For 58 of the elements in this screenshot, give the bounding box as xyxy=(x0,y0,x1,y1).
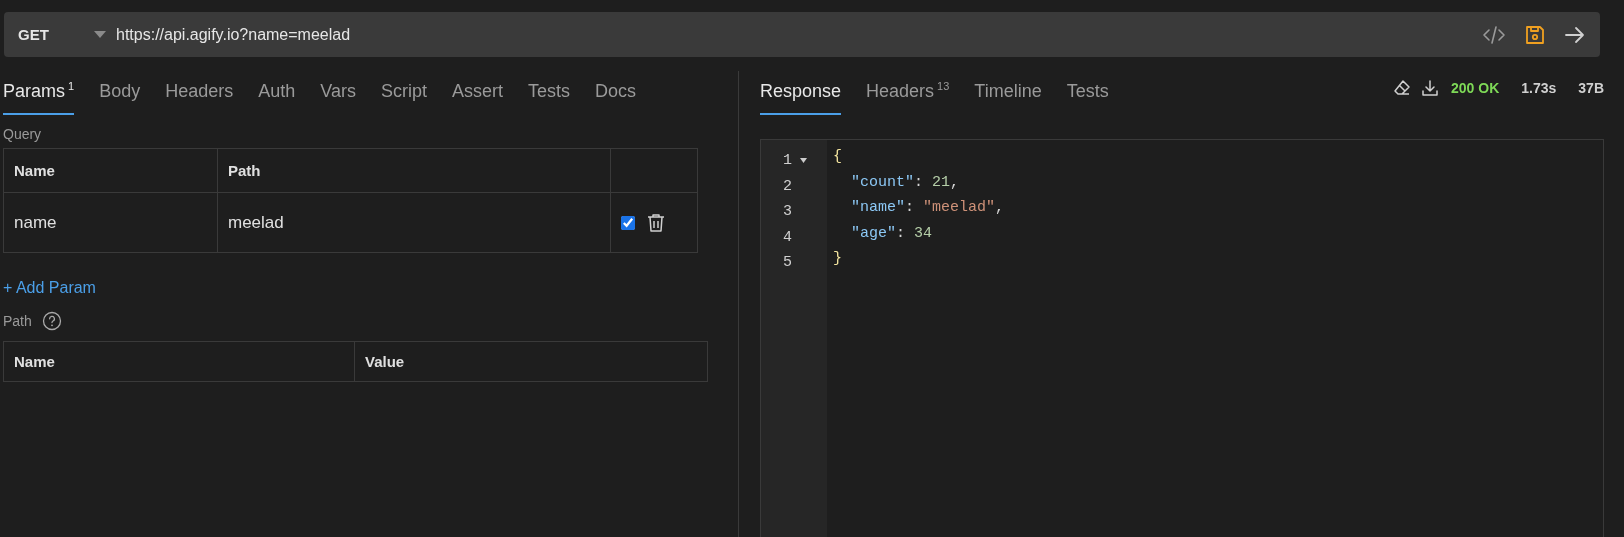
tab[interactable]: Docs xyxy=(595,80,636,115)
caret-icon xyxy=(94,31,106,38)
tab[interactable]: Tests xyxy=(1066,80,1109,115)
save-icon[interactable] xyxy=(1524,23,1546,46)
line-number: 2 xyxy=(783,177,792,195)
tab[interactable]: Script xyxy=(380,80,427,115)
tab[interactable]: Timeline xyxy=(974,80,1042,115)
tab-count: 1 xyxy=(68,80,75,92)
tab[interactable]: Headers xyxy=(165,80,234,115)
tab[interactable]: Assert xyxy=(451,80,503,115)
response-size: 37B xyxy=(1578,80,1604,96)
code-token: : xyxy=(896,224,907,242)
column-header: Value xyxy=(354,341,708,382)
code-token: } xyxy=(833,250,842,267)
url-field[interactable]: https://api.agify.io?name=meelad xyxy=(116,25,1464,44)
method-dropdown[interactable]: GET xyxy=(4,26,80,43)
code-token: , xyxy=(995,199,1005,216)
code-token: "count" xyxy=(850,173,914,191)
tab[interactable]: Body xyxy=(99,80,141,115)
line-number: 1 xyxy=(783,152,792,170)
tab[interactable]: Params $^{1}$ xyxy=(3,80,75,115)
url-bar[interactable]: GET https://api.agify.io?name=meelad xyxy=(4,12,1600,57)
column-header: Name xyxy=(3,341,355,382)
code-icon[interactable] xyxy=(1482,24,1506,45)
code-token: { xyxy=(833,148,842,165)
code-token: "age" xyxy=(850,224,896,242)
column-header: Path xyxy=(217,148,611,193)
tab[interactable]: Headers $^{13}$ xyxy=(866,80,950,115)
code-token: , xyxy=(950,173,960,191)
table-cell: name xyxy=(3,192,218,253)
enable-checkbox[interactable] xyxy=(621,215,635,230)
section-label: Path xyxy=(3,313,32,329)
code-token: 21 xyxy=(932,173,951,191)
code-token: "name" xyxy=(850,199,905,216)
code-token: : xyxy=(914,173,925,191)
download-icon[interactable] xyxy=(1421,79,1439,97)
add-param-link[interactable]: + Add Param xyxy=(3,279,96,297)
table-cell: meelad xyxy=(217,192,611,253)
tab[interactable]: Response xyxy=(760,80,842,115)
eraser-icon[interactable] xyxy=(1393,79,1411,97)
code-token: "meelad" xyxy=(923,199,996,216)
line-number: 3 xyxy=(783,203,792,221)
code-token: : xyxy=(905,199,916,216)
status-code: 200 OK xyxy=(1451,80,1500,96)
send-icon[interactable] xyxy=(1564,24,1586,45)
tab-count: 13 xyxy=(937,80,950,92)
tab[interactable]: Tests xyxy=(527,80,570,115)
code-token: 34 xyxy=(914,224,933,242)
section-label: Query xyxy=(3,126,43,142)
tab[interactable]: Vars xyxy=(320,80,356,115)
line-number: 5 xyxy=(783,254,792,272)
line-number: 4 xyxy=(783,228,792,246)
fold-caret-icon[interactable] xyxy=(800,158,807,164)
response-time: 1.73s xyxy=(1521,80,1557,96)
column-header: Name xyxy=(3,148,218,193)
help-icon[interactable] xyxy=(41,311,62,331)
trash-icon[interactable] xyxy=(647,212,665,233)
tab[interactable]: Auth xyxy=(258,80,296,115)
